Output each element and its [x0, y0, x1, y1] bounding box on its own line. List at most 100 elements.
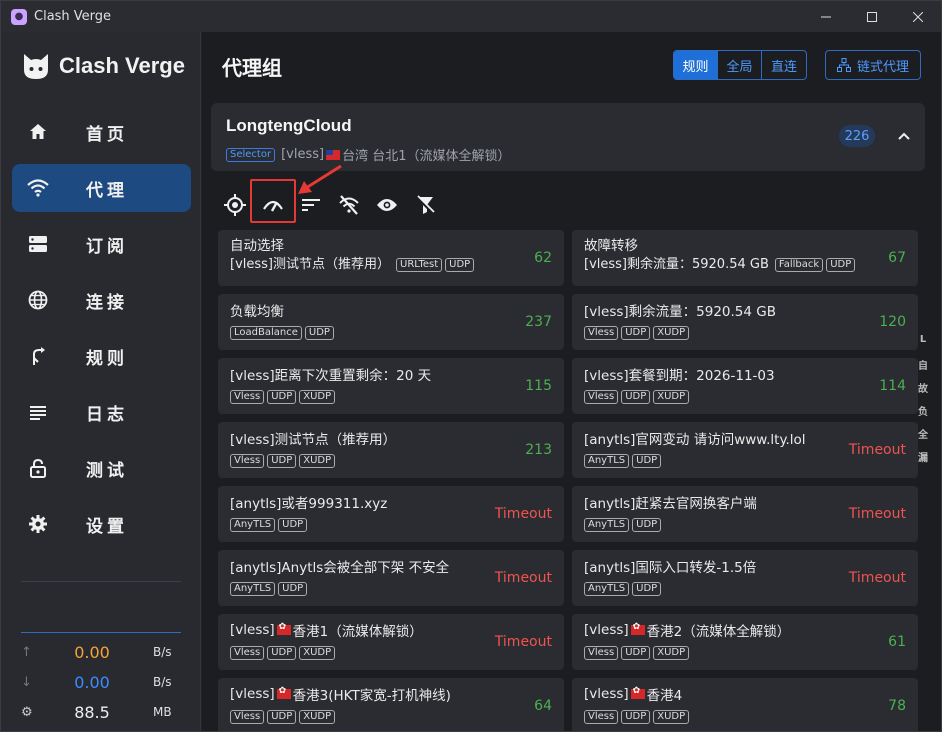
arrow-down-icon: ↓	[21, 674, 32, 690]
proxy-node-card[interactable]: [vless]剩余流量：5920.54 GB Vless UDP XUDP 120	[572, 294, 918, 350]
taiwan-flag-icon	[326, 149, 341, 160]
mode-rule-button[interactable]: 规则	[674, 51, 718, 79]
node-current-selection: [vless]剩余流量：5920.54 GB	[584, 257, 769, 272]
sidebar-item-proxy[interactable]: 代理	[12, 164, 191, 212]
proxy-group-header[interactable]: LongtengCloud Selector [vless] 台湾 台北1（流媒…	[211, 103, 925, 171]
index-letter[interactable]: 故	[918, 380, 928, 403]
proxy-node-card[interactable]: [vless] 香港3(HKT家宽-打机神线) VlessUDPXUDP 64	[218, 678, 564, 731]
node-tag: AnyTLS	[230, 518, 276, 532]
close-button[interactable]	[895, 1, 941, 32]
mode-direct-button[interactable]: 直连	[762, 51, 806, 79]
sidebar-item-label: 日志	[86, 404, 128, 425]
node-name: [vless] 香港1（流媒体解锁）	[230, 620, 423, 640]
proxy-node-card[interactable]: 负载均衡 LoadBalance UDP 237	[218, 294, 564, 350]
fork-icon	[26, 344, 50, 368]
sidebar-item-settings[interactable]: 设置	[12, 500, 191, 548]
node-delay[interactable]: Timeout	[495, 506, 552, 522]
node-name-text: [vless]剩余流量：5920.54 GB	[584, 304, 776, 320]
sidebar-item-connections[interactable]: 连接	[12, 276, 191, 324]
node-tag: XUDP	[653, 710, 690, 724]
node-name: [vless]套餐到期：2026-11-03	[584, 364, 775, 384]
node-tag: LoadBalance	[230, 326, 302, 340]
node-tag: UDP	[267, 390, 297, 404]
node-delay[interactable]: 67	[888, 250, 906, 266]
index-letter[interactable]: 负	[918, 403, 928, 426]
node-delay[interactable]: 61	[888, 634, 906, 650]
index-letter[interactable]: L	[920, 334, 926, 357]
node-delay[interactable]: 213	[525, 442, 552, 458]
node-delay[interactable]: 120	[879, 314, 906, 330]
proxy-node-card[interactable]: [anytls]赶紧去官网换客户端 AnyTLS UDP Timeout	[572, 486, 918, 542]
sidebar-item-label: 代理	[86, 180, 128, 201]
node-tag: AnyTLS	[230, 582, 276, 596]
node-name-text: [anytls]国际入口转发-1.5倍	[584, 560, 757, 576]
close-icon	[913, 11, 923, 22]
node-delay[interactable]: Timeout	[849, 506, 906, 522]
node-tag: URLTest	[396, 258, 443, 272]
mode-global-button[interactable]: 全局	[718, 51, 762, 79]
node-tag: AnyTLS	[584, 582, 630, 596]
proxy-node-card[interactable]: [vless] 香港2（流媒体全解锁） VlessUDPXUDP 61	[572, 614, 918, 670]
group-type-badge: Selector	[226, 147, 276, 162]
node-delay[interactable]: 62	[534, 250, 552, 266]
node-name: [vless]距离下次重置剩余：20 天	[230, 364, 431, 384]
proxy-node-card[interactable]: [anytls]官网变动 请访问www.lty.lol AnyTLS UDP Time…	[572, 422, 918, 478]
node-delay[interactable]: 114	[879, 378, 906, 394]
node-delay[interactable]: Timeout	[849, 442, 906, 458]
proxy-node-card[interactable]: 故障转移 [vless]剩余流量：5920.54 GB Fallback UDP 67	[572, 230, 918, 286]
node-name: [anytls]国际入口转发-1.5倍	[584, 556, 756, 576]
sidebar-item-profiles[interactable]: 订阅	[12, 220, 191, 268]
sidebar-item-logs[interactable]: 日志	[12, 388, 191, 436]
eye-icon[interactable]	[374, 192, 400, 218]
node-delay[interactable]: Timeout	[495, 570, 552, 586]
node-tag: UDP	[632, 454, 662, 468]
minimize-icon	[821, 16, 831, 17]
index-letter[interactable]: 自	[918, 357, 928, 380]
chain-proxy-button[interactable]: 链式代理	[825, 50, 921, 80]
sidebar-item-label: 连接	[86, 292, 128, 313]
node-name-text: [vless]	[584, 686, 629, 702]
node-name-text: [vless]距离下次重置剩余：20 天	[230, 368, 432, 384]
minimize-button[interactable]	[803, 1, 849, 32]
locate-icon[interactable]	[222, 192, 248, 218]
traffic-graph-line	[21, 632, 181, 633]
node-name-text: [vless]	[584, 622, 629, 638]
maximize-button[interactable]	[849, 1, 895, 32]
node-delay[interactable]: 64	[534, 698, 552, 714]
proxy-node-card[interactable]: 自动选择 [vless]测试节点（推荐用） URLTest UDP 62	[218, 230, 564, 286]
node-delay[interactable]: 78	[888, 698, 906, 714]
download-speed: ↓ 0.00 B/s	[21, 670, 181, 694]
node-name-text: [anytls]Anytls会被全部下架 不安全	[230, 560, 450, 576]
node-delay[interactable]: 115	[525, 378, 552, 394]
node-delay[interactable]: Timeout	[849, 570, 906, 586]
sidebar-nav: 首页 代理 订阅 连接 规则 日志 测试 设置	[12, 108, 191, 556]
node-tag: Vless	[584, 326, 619, 340]
sidebar-item-rules[interactable]: 规则	[12, 332, 191, 380]
proxy-node-card[interactable]: [anytls]或者999311.xyz AnyTLS UDP Timeout	[218, 486, 564, 542]
hongkong-flag-icon	[276, 622, 291, 635]
node-delay[interactable]: 237	[525, 314, 552, 330]
proxy-node-card[interactable]: [vless] 香港4 VlessUDPXUDP 78	[572, 678, 918, 731]
node-tag: XUDP	[299, 710, 336, 724]
selected-node-name: 台湾 台北1（流媒体全解锁）	[342, 149, 511, 164]
group-name: LongtengCloud	[226, 116, 352, 135]
node-count-badge: 226	[839, 125, 875, 147]
node-delay[interactable]: Timeout	[495, 634, 552, 650]
proxy-node-card[interactable]: [vless] 香港1（流媒体解锁） VlessUDPXUDP Timeout	[218, 614, 564, 670]
proxy-node-card[interactable]: [anytls]国际入口转发-1.5倍 AnyTLS UDP Timeout	[572, 550, 918, 606]
node-tag: Vless	[584, 710, 619, 724]
sidebar-item-home[interactable]: 首页	[12, 108, 191, 156]
memory-usage: ⚙ 88.5 MB	[21, 700, 181, 724]
proxy-node-card[interactable]: [vless]距离下次重置剩余：20 天 Vless UDP XUDP 115	[218, 358, 564, 414]
index-letter[interactable]: 漏	[918, 449, 928, 472]
node-name-text: [vless]	[230, 622, 275, 638]
proxy-node-card[interactable]: [anytls]Anytls会被全部下架 不安全 AnyTLS UDP Timeout	[218, 550, 564, 606]
proxy-node-card[interactable]: [vless]测试节点（推荐用） Vless UDP XUDP 213	[218, 422, 564, 478]
node-name-text: [vless]测试节点（推荐用）	[230, 432, 397, 448]
filter-clear-icon[interactable]	[412, 192, 438, 218]
proxy-node-card[interactable]: [vless]套餐到期：2026-11-03 Vless UDP XUDP 114	[572, 358, 918, 414]
chevron-up-icon[interactable]	[897, 126, 911, 145]
index-letter[interactable]: 全	[918, 426, 928, 449]
sidebar-item-test[interactable]: 测试	[12, 444, 191, 492]
node-tag: XUDP	[299, 454, 336, 468]
